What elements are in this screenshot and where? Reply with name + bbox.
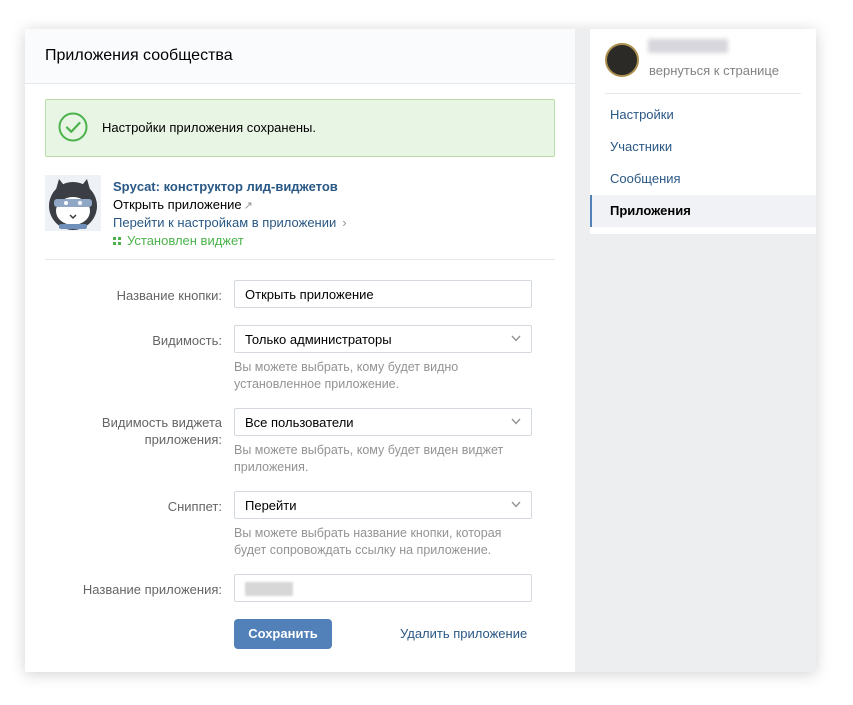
chevron-down-icon [511,418,521,425]
page-title: Приложения сообщества [45,47,233,64]
main-panel: Приложения сообщества Настройки приложен… [25,29,575,672]
success-banner: Настройки приложения сохранены. [45,99,555,157]
snippet-hint: Вы можете выбрать название кнопки, котор… [234,526,502,557]
page-frame: Приложения сообщества Настройки приложен… [25,29,816,672]
app-settings-link[interactable]: Перейти к настройкам в приложении › [113,215,347,230]
app-name[interactable]: Spycat: конструктор лид-виджетов [113,179,338,194]
visibility-select[interactable]: Только администраторы [234,325,532,353]
check-circle-icon [58,112,88,142]
widget-status: Установлен виджет [113,233,244,248]
sidebar-item-settings[interactable]: Настройки [590,99,816,131]
redacted-community-name [648,39,728,53]
back-to-page-link[interactable]: вернуться к странице [649,63,779,78]
widget-visibility-value: Все пользователи [245,415,354,430]
widget-visibility-hint: Вы можете выбрать, кому будет виден видж… [234,443,504,474]
spycat-logo [45,175,101,231]
open-app-label[interactable]: Открыть приложение [113,197,242,212]
button-name-value: Открыть приложение [245,287,374,302]
app-settings-label[interactable]: Перейти к настройкам в приложении [113,215,336,230]
sidebar-item-messages[interactable]: Сообщения [590,163,816,195]
sidebar-item-apps[interactable]: Приложения [590,195,816,227]
grid-icon [113,237,121,245]
visibility-value: Только администраторы [245,332,392,347]
chevron-down-icon [511,501,521,508]
avatar[interactable] [605,43,639,77]
divider [45,259,555,260]
external-arrow-icon: ↗ [243,200,253,212]
snippet-value: Перейти [245,498,297,513]
button-name-label: Название кнопки: [116,288,222,303]
visibility-label: Видимость: [152,333,222,348]
widget-visibility-select[interactable]: Все пользователи [234,408,532,436]
sidebar-item-members[interactable]: Участники [590,131,816,163]
save-button[interactable]: Сохранить [234,619,332,649]
snippet-select[interactable]: Перейти [234,491,532,519]
app-card: Spycat: конструктор лид-виджетов Открыть… [45,171,555,259]
open-app-link[interactable]: Открыть приложение ↗ [113,197,253,212]
snippet-label: Сниппет: [167,499,222,514]
redacted-app-name [245,581,293,596]
button-name-input[interactable]: Открыть приложение [234,280,532,308]
delete-app-link[interactable]: Удалить приложение [400,626,527,641]
widget-visibility-label: Видимость виджета приложения: [101,415,222,447]
main-header: Приложения сообщества [25,29,575,84]
chevron-down-icon [511,335,521,342]
sidebar: вернуться к странице Настройки Участники… [590,29,816,234]
app-name-label: Название приложения: [82,582,222,597]
widget-status-label: Установлен виджет [127,233,244,248]
visibility-hint: Вы можете выбрать, кому будет видно уста… [234,360,459,391]
chevron-right-icon: › [342,215,347,230]
app-name-input[interactable] [234,574,532,602]
success-message: Настройки приложения сохранены. [102,120,316,135]
sidebar-divider [605,93,801,94]
